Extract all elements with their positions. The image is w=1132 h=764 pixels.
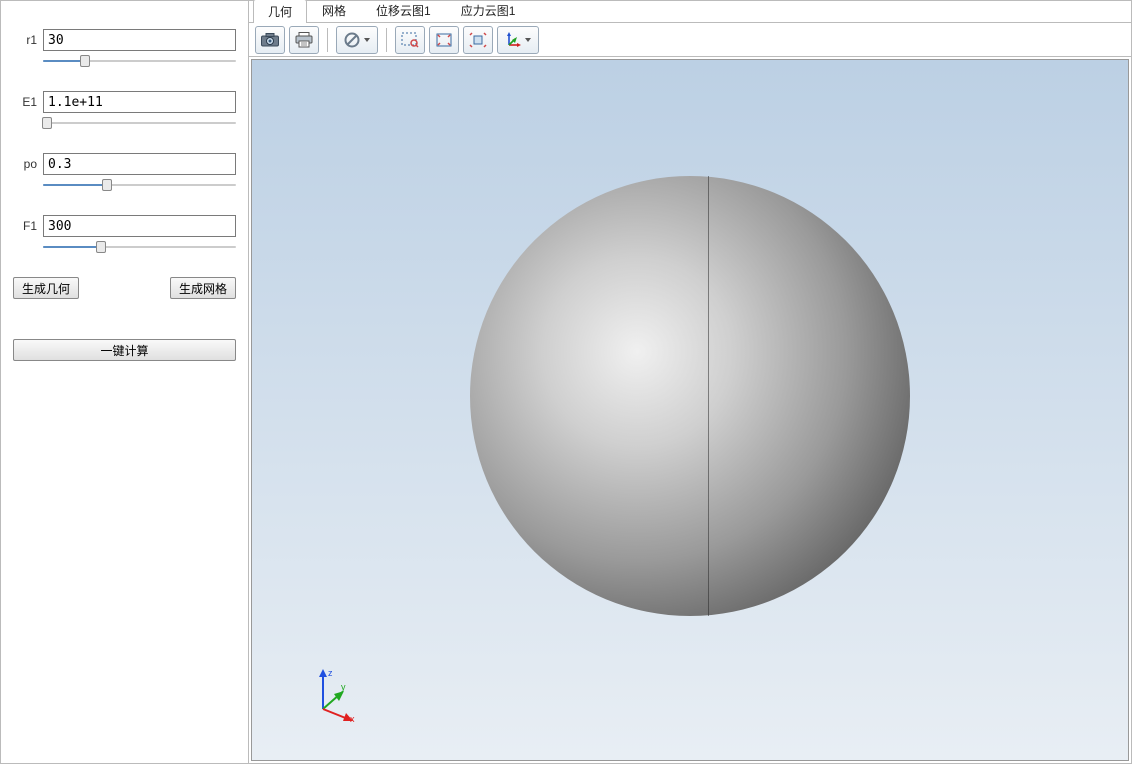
3d-viewport[interactable]: z y x [251,59,1129,761]
generate-mesh-button[interactable]: 生成网格 [170,277,236,299]
axes-dropdown-button[interactable] [497,26,539,54]
tab-mesh[interactable]: 网格 [307,0,361,22]
svg-text:z: z [328,668,333,678]
print-button[interactable] [289,26,319,54]
zoom-extents-icon [435,32,453,48]
param-input-E1[interactable] [43,91,236,113]
axis-triad: z y x [308,664,368,724]
sphere-seam-edge [708,176,798,616]
gen-buttons-row: 生成几何 生成网格 [13,277,236,299]
svg-text:y: y [341,682,346,692]
zoom-box-icon [401,32,419,48]
toolbar-separator [327,28,328,52]
print-icon [295,32,313,48]
param-row-F1: F1 [13,215,236,237]
main-panel: 几何 网格 位移云图1 应力云图1 [249,1,1131,763]
param-label-r1: r1 [13,33,37,47]
zoom-selected-icon [469,32,487,48]
camera-icon [261,33,279,47]
tab-stress[interactable]: 应力云图1 [446,0,531,22]
param-row-E1: E1 [13,91,236,113]
chevron-down-icon [525,38,531,42]
chevron-down-icon [364,38,370,42]
app-window: r1 E1 po F1 [0,0,1132,764]
viewport-toolbar [249,23,1131,57]
axes-icon [505,32,521,48]
reset-dropdown-button[interactable] [336,26,378,54]
param-label-F1: F1 [13,219,37,233]
param-label-po: po [13,157,37,171]
slider-F1[interactable] [43,241,236,255]
param-row-po: po [13,153,236,175]
param-input-r1[interactable] [43,29,236,51]
zoom-extents-button[interactable] [429,26,459,54]
slider-po[interactable] [43,179,236,193]
tab-geometry[interactable]: 几何 [253,0,307,23]
param-label-E1: E1 [13,95,37,109]
svg-text:x: x [350,714,355,724]
param-input-po[interactable] [43,153,236,175]
generate-geometry-button[interactable]: 生成几何 [13,277,79,299]
param-input-F1[interactable] [43,215,236,237]
tab-bar: 几何 网格 位移云图1 应力云图1 [249,1,1131,23]
zoom-selected-button[interactable] [463,26,493,54]
toolbar-separator [386,28,387,52]
forbid-icon [344,32,360,48]
screenshot-button[interactable] [255,26,285,54]
param-row-r1: r1 [13,29,236,51]
slider-r1[interactable] [43,55,236,69]
slider-E1[interactable] [43,117,236,131]
zoom-box-button[interactable] [395,26,425,54]
geometry-sphere [470,176,910,616]
sidebar: r1 E1 po F1 [1,1,249,763]
tab-displacement[interactable]: 位移云图1 [361,0,446,22]
compute-button[interactable]: 一键计算 [13,339,236,361]
